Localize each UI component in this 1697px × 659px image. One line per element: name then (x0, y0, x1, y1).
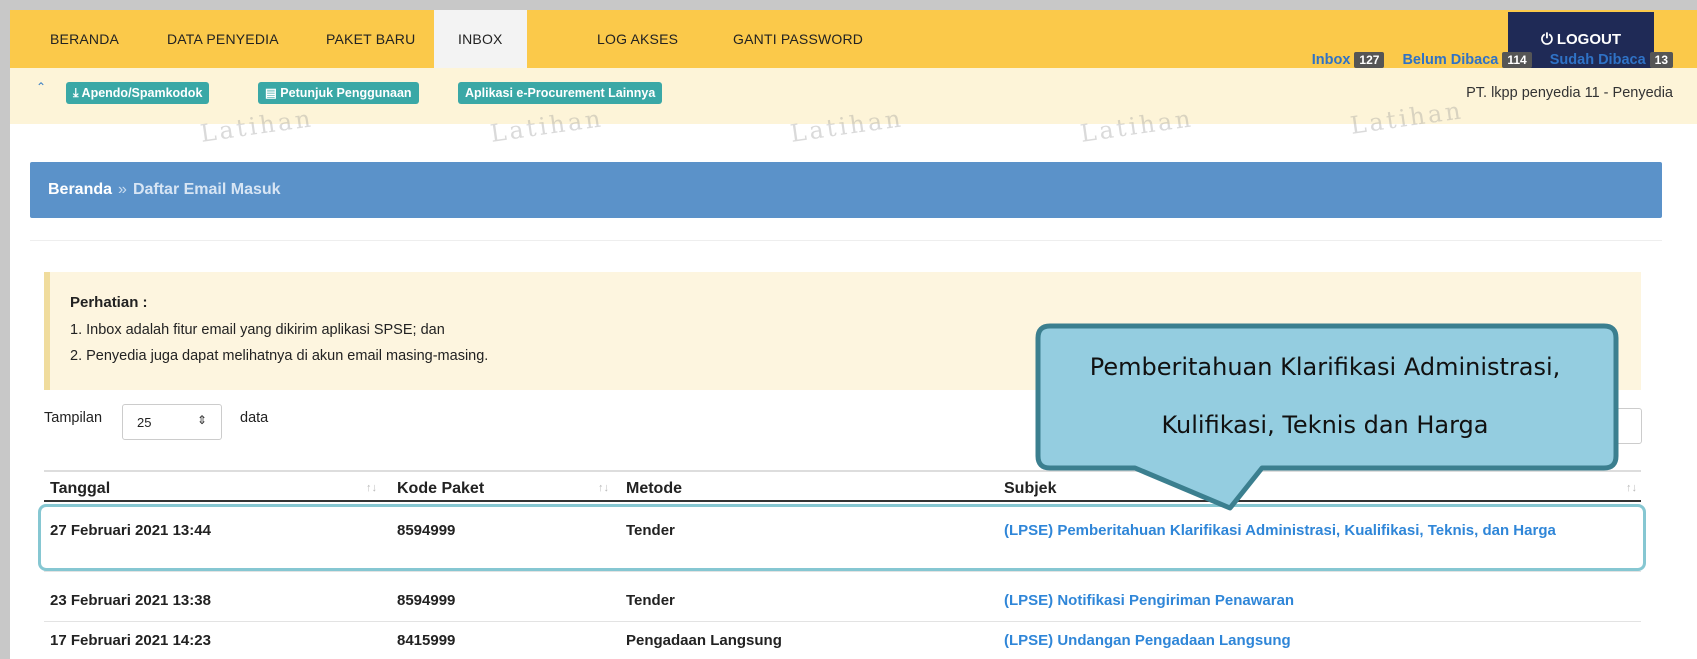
read-count-link[interactable]: Sudah Dibaca 13 (1550, 52, 1673, 68)
breadcrumb-separator: » (118, 181, 127, 198)
unread-count-link[interactable]: Belum Dibaca 114 (1402, 52, 1532, 68)
petunjuk-label: Petunjuk Penggunaan (280, 86, 412, 100)
nav-beranda[interactable]: BERANDA (50, 10, 119, 68)
apendo-label: Apendo/Spamkodok (81, 86, 203, 100)
callout-text: Pemberitahuan Klarifikasi Administrasi, … (1040, 338, 1610, 454)
inbox-label: Inbox (1311, 52, 1351, 68)
notice-line: 1. Inbox adalah fitur email yang dikirim… (70, 322, 445, 338)
notice-line: 2. Penyedia juga dapat melihatnya di aku… (70, 348, 489, 364)
sort-icon[interactable]: ↑↓ (366, 482, 377, 494)
read-badge: 13 (1649, 52, 1673, 68)
unread-label: Belum Dibaca (1402, 52, 1499, 68)
updown-icon: ⇕ (196, 413, 207, 427)
cell-subjek-link[interactable]: (LPSE) Undangan Pengadaan Langsung (1004, 632, 1291, 649)
book-icon: ▤ (265, 86, 281, 100)
page-size-label: Tampilan (44, 410, 103, 426)
download-icon: ⤓ (73, 86, 82, 100)
page-size-select[interactable]: 25 ⇕ (122, 404, 222, 440)
cell-metode: Tender (626, 592, 675, 609)
logout-label: LOGOUT (1556, 31, 1622, 48)
nav-paket-baru[interactable]: PAKET BARU (326, 10, 415, 68)
callout-line: Kulifikasi, Teknis dan Harga (1161, 411, 1489, 439)
table-row: 23 Februari 2021 13:38 8594999 Tender (L… (44, 582, 1641, 622)
table-header: Tanggal ↑↓ Kode Paket ↑↓ Metode Subjek ↑… (44, 470, 1641, 502)
chevron-up-icon[interactable]: ⌃ (36, 80, 46, 94)
nav-ganti-password[interactable]: GANTI PASSWORD (733, 10, 863, 68)
cell-kode: 8594999 (397, 592, 456, 609)
table-row: 17 Februari 2021 14:23 8415999 Pengadaan… (44, 622, 1641, 659)
notice-title: Perhatian : (70, 294, 148, 311)
user-info: PT. lkpp penyedia 11 - Penyedia (1466, 85, 1673, 101)
sort-icon[interactable]: ↑↓ (598, 482, 609, 494)
sort-icon[interactable]: ↑↓ (1626, 482, 1637, 494)
col-tanggal[interactable]: Tanggal (50, 480, 110, 498)
callout-line: Pemberitahuan Klarifikasi Administrasi, (1089, 353, 1561, 381)
read-label: Sudah Dibaca (1549, 52, 1646, 68)
page-size-suffix: data (240, 410, 269, 426)
col-metode[interactable]: Metode (626, 480, 682, 498)
cell-kode: 8415999 (397, 632, 456, 649)
page-size-value: 25 (137, 415, 152, 430)
cell-tanggal: 17 Februari 2021 14:23 (50, 632, 211, 649)
inbox-badge: 127 (1354, 52, 1385, 68)
inbox-counters: Inbox 127 Belum Dibaca 114 Sudah Dibaca 13 (1298, 52, 1673, 68)
row-highlight (38, 504, 1646, 571)
cell-subjek-link[interactable]: (LPSE) Notifikasi Pengiriman Penawaran (1004, 592, 1294, 609)
breadcrumb-current: Daftar Email Masuk (132, 181, 281, 198)
nav-data-penyedia[interactable]: DATA PENYEDIA (167, 10, 279, 68)
apendo-link[interactable]: ⤓ Apendo/Spamkodok (66, 82, 210, 104)
breadcrumb-home[interactable]: Beranda (48, 181, 112, 198)
eproc-link[interactable]: Aplikasi e-Procurement Lainnya (458, 82, 663, 104)
col-kode-paket[interactable]: Kode Paket (397, 480, 484, 498)
cell-metode: Pengadaan Langsung (626, 632, 782, 649)
inbox-count-link[interactable]: Inbox 127 (1312, 52, 1385, 68)
page-size-control: Tampilan 25 ⇕ data (44, 404, 268, 440)
nav-inbox[interactable]: INBOX (434, 10, 527, 68)
unread-badge: 114 (1502, 52, 1532, 68)
col-subjek[interactable]: Subjek (1004, 480, 1056, 498)
nav-log-akses[interactable]: LOG AKSES (597, 10, 678, 68)
breadcrumb: Beranda » Daftar Email Masuk (30, 162, 1662, 218)
cell-tanggal: 23 Februari 2021 13:38 (50, 592, 211, 609)
petunjuk-link[interactable]: ▤ Petunjuk Penggunaan (258, 82, 419, 104)
